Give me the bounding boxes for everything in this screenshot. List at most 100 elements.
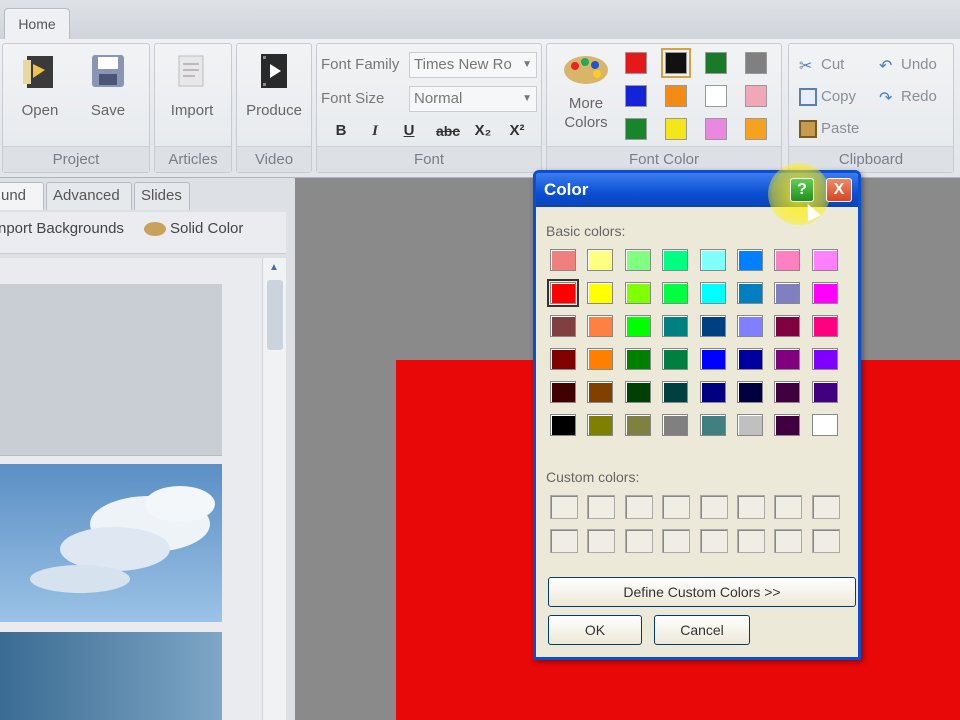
basic-color-cell[interactable] [624, 315, 651, 337]
import-button[interactable]: Import [161, 50, 223, 132]
font-size-combo[interactable]: Normal ▼ [409, 86, 537, 112]
custom-color-cell[interactable] [587, 495, 616, 519]
basic-color-cell[interactable] [811, 414, 838, 436]
paste-button[interactable]: Paste [799, 120, 859, 139]
basic-color-cell[interactable] [737, 315, 763, 337]
basic-color-cell[interactable] [699, 348, 726, 370]
basic-color-cell[interactable] [587, 414, 614, 436]
define-custom-colors-button[interactable]: Define Custom Colors >> [548, 577, 856, 607]
close-button[interactable]: X [826, 178, 852, 202]
basic-color-cell[interactable] [587, 348, 614, 370]
bold-button[interactable]: B [327, 118, 355, 144]
open-button[interactable]: Open [9, 50, 71, 132]
basic-color-cell[interactable] [662, 249, 689, 271]
tab-home[interactable]: Home [4, 8, 70, 40]
tab-advanced[interactable]: Advanced [46, 182, 132, 210]
basic-color-cell[interactable] [662, 414, 689, 436]
custom-color-cell[interactable] [587, 529, 616, 553]
custom-color-cell[interactable] [550, 495, 578, 519]
font-color-swatch[interactable] [745, 85, 767, 107]
basic-color-cell[interactable] [624, 414, 651, 436]
basic-color-cell[interactable] [811, 249, 838, 271]
custom-color-cell[interactable] [737, 495, 765, 519]
basic-color-cell[interactable] [811, 381, 838, 403]
strikethrough-button[interactable]: abc [431, 118, 465, 144]
basic-color-cell[interactable] [774, 249, 801, 271]
basic-color-cell[interactable] [662, 282, 689, 304]
font-color-swatch[interactable] [705, 85, 727, 107]
solid-color-button[interactable]: Solid Color [144, 220, 243, 237]
custom-color-cell[interactable] [811, 529, 840, 553]
basic-color-cell[interactable] [624, 381, 651, 403]
custom-color-cell[interactable] [737, 529, 765, 553]
basic-color-cell[interactable] [587, 249, 614, 271]
basic-color-cell[interactable] [774, 414, 801, 436]
custom-color-cell[interactable] [662, 495, 691, 519]
scrollbar-thumb[interactable] [267, 280, 283, 350]
basic-color-cell[interactable] [662, 315, 689, 337]
font-color-swatch[interactable] [745, 118, 767, 140]
basic-color-cell[interactable] [774, 315, 801, 337]
background-thumbnail-gray[interactable] [0, 284, 222, 456]
font-family-combo[interactable]: Times New Ro ▼ [409, 52, 537, 78]
basic-color-cell[interactable] [737, 282, 763, 304]
custom-color-cell[interactable] [811, 495, 840, 519]
more-colors-button[interactable]: More Colors [551, 50, 621, 132]
custom-color-cell[interactable] [699, 529, 728, 553]
basic-color-cell[interactable] [774, 282, 801, 304]
basic-color-cell[interactable] [811, 348, 838, 370]
custom-color-cell[interactable] [774, 529, 803, 553]
font-color-swatch[interactable] [705, 118, 727, 140]
basic-color-cell[interactable] [624, 348, 651, 370]
custom-color-cell[interactable] [624, 529, 653, 553]
custom-color-cell[interactable] [550, 529, 578, 553]
basic-color-cell[interactable] [550, 381, 576, 403]
redo-button[interactable]: ↷ Redo [879, 88, 937, 107]
basic-color-cell[interactable] [811, 315, 838, 337]
basic-color-cell[interactable] [737, 348, 763, 370]
basic-color-cell[interactable] [662, 381, 689, 403]
basic-color-cell[interactable] [587, 381, 614, 403]
basic-color-cell[interactable] [547, 279, 579, 307]
basic-color-cell[interactable] [550, 348, 576, 370]
basic-color-cell[interactable] [624, 282, 651, 304]
basic-color-cell[interactable] [587, 315, 614, 337]
font-color-swatch[interactable] [625, 52, 647, 74]
basic-color-cell[interactable] [662, 348, 689, 370]
basic-color-cell[interactable] [699, 414, 726, 436]
tab-background[interactable]: und [0, 182, 44, 210]
basic-color-cell[interactable] [699, 282, 726, 304]
font-color-swatch[interactable] [625, 118, 647, 140]
font-color-swatch[interactable] [705, 52, 727, 74]
basic-color-cell[interactable] [811, 282, 838, 304]
basic-color-cell[interactable] [550, 414, 576, 436]
font-color-swatch[interactable] [745, 52, 767, 74]
basic-color-cell[interactable] [624, 249, 651, 271]
save-button[interactable]: Save [77, 50, 139, 132]
underline-button[interactable]: U [395, 118, 423, 144]
basic-color-cell[interactable] [737, 414, 763, 436]
background-thumbnail-blue[interactable] [0, 632, 222, 720]
copy-button[interactable]: Copy [799, 88, 856, 107]
basic-color-cell[interactable] [550, 315, 576, 337]
cut-button[interactable]: ✂ Cut [799, 56, 844, 75]
custom-color-cell[interactable] [624, 495, 653, 519]
superscript-button[interactable]: X² [503, 118, 531, 144]
basic-color-cell[interactable] [699, 249, 726, 271]
background-thumbnail-sky[interactable] [0, 464, 222, 622]
custom-color-cell[interactable] [699, 495, 728, 519]
custom-color-cell[interactable] [662, 529, 691, 553]
import-backgrounds-button[interactable]: nport Backgrounds [0, 220, 124, 237]
tab-slides[interactable]: Slides [134, 182, 190, 210]
help-button[interactable]: ? [790, 178, 814, 202]
font-color-swatch[interactable] [665, 118, 687, 140]
basic-color-cell[interactable] [774, 348, 801, 370]
ok-button[interactable]: OK [548, 615, 642, 645]
subscript-button[interactable]: X₂ [469, 118, 497, 144]
basic-color-cell[interactable] [737, 249, 763, 271]
italic-button[interactable]: I [361, 118, 389, 144]
basic-color-cell[interactable] [774, 381, 801, 403]
panel-scrollbar[interactable]: ▲ [262, 258, 286, 720]
cancel-button[interactable]: Cancel [654, 615, 750, 645]
font-color-swatch[interactable] [665, 85, 687, 107]
